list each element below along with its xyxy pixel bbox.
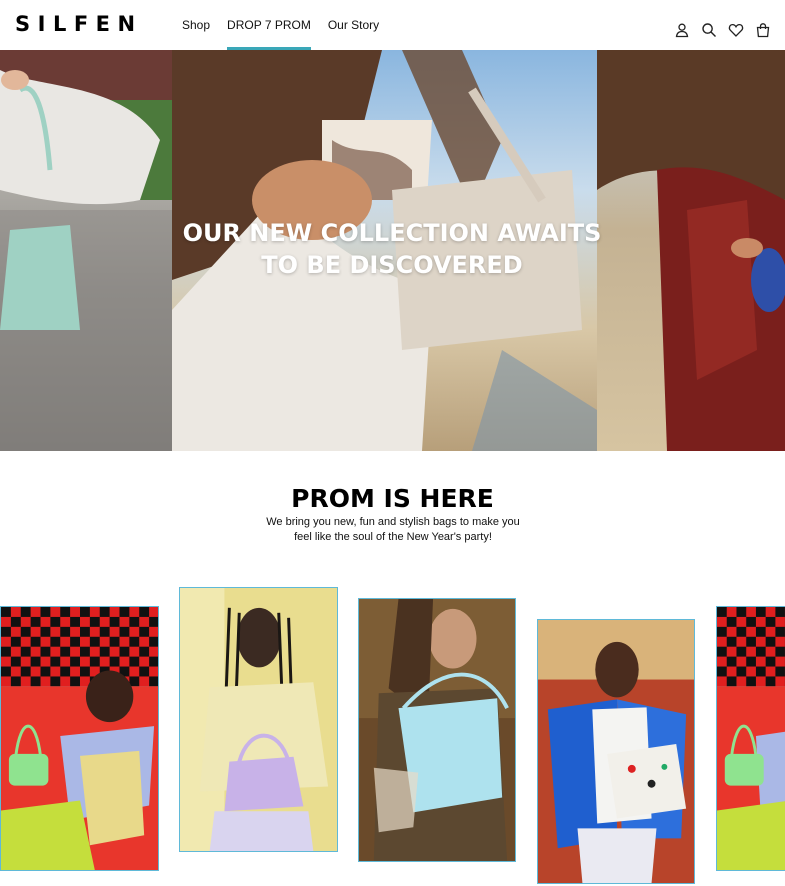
gallery-card-4[interactable] <box>537 619 695 884</box>
section-description-line-2: feel like the soul of the New Year's par… <box>294 531 492 543</box>
heart-icon[interactable] <box>728 22 744 38</box>
green-bag-photo-repeat <box>717 607 785 870</box>
bag-icon[interactable] <box>755 22 771 38</box>
green-bag-photo <box>1 607 158 870</box>
hero-photo-right <box>597 50 785 451</box>
lilac-bag-photo <box>180 588 337 851</box>
nav-shop[interactable]: Shop <box>182 0 210 50</box>
gallery-card-2[interactable] <box>179 587 338 852</box>
gallery-card-1[interactable] <box>0 606 159 871</box>
gallery-card-5[interactable] <box>716 606 785 871</box>
search-icon[interactable] <box>701 22 717 38</box>
hero-heading-line-1: OUR NEW COLLECTION AWAITS <box>182 219 602 247</box>
section-title: PROM IS HERE <box>291 484 494 513</box>
hero-heading: OUR NEW COLLECTION AWAITS TO BE DISCOVER… <box>172 217 612 281</box>
site-header: SILFEN Shop DROP 7 PROM Our Story <box>0 0 785 50</box>
brand-logo[interactable]: SILFEN <box>15 12 143 36</box>
main-nav: Shop DROP 7 PROM Our Story <box>182 0 396 50</box>
nav-drop-7-prom[interactable]: DROP 7 PROM <box>227 0 311 50</box>
header-icons <box>674 22 771 38</box>
print-bag-photo <box>538 620 694 883</box>
hero-heading-line-2: TO BE DISCOVERED <box>261 251 523 279</box>
section-description: We bring you new, fun and stylish bags t… <box>258 515 528 545</box>
user-icon[interactable] <box>674 22 690 38</box>
blue-bag-photo <box>359 599 515 861</box>
hero-banner: OUR NEW COLLECTION AWAITS TO BE DISCOVER… <box>0 50 785 451</box>
section-description-line-1: We bring you new, fun and stylish bags t… <box>266 516 520 528</box>
hero-photo-left <box>0 50 172 451</box>
nav-our-story[interactable]: Our Story <box>328 0 379 50</box>
gallery-card-3[interactable] <box>358 598 516 862</box>
